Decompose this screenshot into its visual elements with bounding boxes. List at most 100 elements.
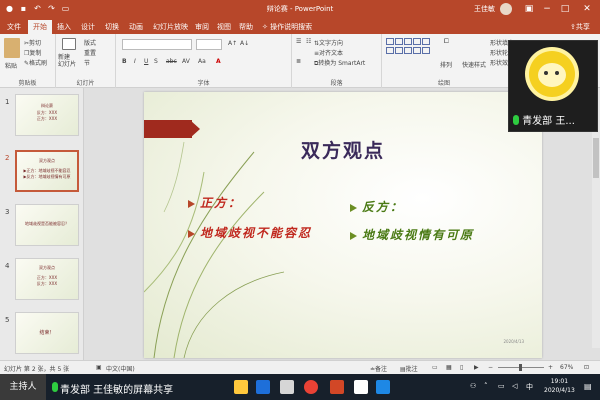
- slide-thumbnail-2[interactable]: 双方观点 ▶正方：地域歧视不能容忍 ▶反方：地域歧视情有可原: [15, 150, 79, 192]
- section-button[interactable]: 节: [84, 58, 90, 67]
- new-slide-icon[interactable]: [62, 38, 76, 50]
- format-painter-button[interactable]: ✎格式刷: [24, 58, 47, 67]
- cut-button[interactable]: ✂剪切: [24, 38, 41, 47]
- bold-button[interactable]: B: [122, 58, 127, 65]
- triangle-shape-icon[interactable]: [422, 38, 430, 45]
- star-shape-icon[interactable]: [395, 47, 403, 54]
- quick-styles-button[interactable]: 快速样式: [462, 60, 486, 69]
- language-status[interactable]: 中文(中国): [106, 364, 135, 373]
- file-explorer-icon[interactable]: [234, 380, 248, 394]
- shapes-gallery[interactable]: [386, 38, 440, 66]
- tab-home[interactable]: 开始: [28, 20, 52, 34]
- slideshow-view-icon[interactable]: ▶: [474, 364, 479, 371]
- smartart-button[interactable]: ⧉转换为 SmartArt: [314, 58, 365, 68]
- tab-transitions[interactable]: 切换: [100, 20, 124, 34]
- network-icon[interactable]: ▭: [498, 382, 505, 390]
- layout-button[interactable]: 版式: [84, 38, 96, 47]
- ime-icon[interactable]: 中: [526, 382, 533, 392]
- notification-icon[interactable]: ▤: [584, 382, 592, 391]
- paste-icon[interactable]: [4, 38, 20, 58]
- pro-argument[interactable]: 地域歧视不能容忍: [200, 224, 312, 241]
- line-shape-icon[interactable]: [395, 38, 403, 45]
- volume-icon[interactable]: ◁: [512, 382, 517, 390]
- rectangle-shape-icon[interactable]: [386, 38, 394, 45]
- text-direction-button[interactable]: ⇅文字方向: [314, 38, 343, 47]
- tab-help[interactable]: 帮助: [234, 20, 258, 34]
- char-spacing-button[interactable]: AV: [182, 58, 190, 65]
- shadow-button[interactable]: S: [154, 58, 158, 65]
- store-icon[interactable]: [280, 380, 294, 394]
- slide-thumbnail-5[interactable]: 结束！: [15, 312, 79, 354]
- zoom-in-button[interactable]: +: [548, 364, 553, 371]
- more-shapes-icon[interactable]: [422, 47, 430, 54]
- maximize-icon[interactable]: □: [556, 2, 574, 16]
- user-name[interactable]: 王佳敏: [474, 4, 495, 14]
- tab-animations[interactable]: 动画: [124, 20, 148, 34]
- arrange-button[interactable]: 排列: [440, 60, 452, 69]
- font-size-select[interactable]: [196, 39, 222, 50]
- paste-label[interactable]: 粘贴: [5, 61, 17, 70]
- spellcheck-icon[interactable]: ▣: [96, 364, 102, 371]
- close-icon[interactable]: ✕: [578, 2, 596, 16]
- underline-button[interactable]: U: [144, 58, 148, 65]
- edge-icon[interactable]: [256, 380, 270, 394]
- con-label[interactable]: 反方：: [362, 198, 404, 215]
- con-argument[interactable]: 地域歧视情有可原: [362, 226, 474, 243]
- align-left-icon[interactable]: ≣: [296, 58, 301, 65]
- font-color-button[interactable]: A: [216, 58, 221, 65]
- strikethrough-button[interactable]: abc: [166, 58, 177, 65]
- rounded-rect-shape-icon[interactable]: [386, 47, 394, 54]
- slide-sorter-icon[interactable]: ▦: [446, 364, 452, 371]
- taskbar-mic-icon[interactable]: [52, 382, 58, 392]
- tab-file[interactable]: 文件: [2, 20, 26, 34]
- comments-button[interactable]: ▤批注: [400, 364, 418, 373]
- copy-button[interactable]: ❐复制: [24, 48, 41, 57]
- zoom-slider-handle[interactable]: [519, 364, 522, 371]
- host-button[interactable]: 主持人: [0, 374, 46, 400]
- slide-thumbnail-3[interactable]: 地域歧视是否能被容忍？: [15, 204, 79, 246]
- reset-button[interactable]: 重置: [84, 48, 96, 57]
- tab-view[interactable]: 视图: [212, 20, 236, 34]
- chrome-icon[interactable]: [304, 380, 318, 394]
- zoom-level[interactable]: 67%: [560, 364, 573, 371]
- brace-shape-icon[interactable]: [413, 47, 421, 54]
- arrange-icon[interactable]: ⧠: [444, 38, 449, 46]
- callout-shape-icon[interactable]: [404, 47, 412, 54]
- tab-review[interactable]: 审阅: [190, 20, 214, 34]
- oval-shape-icon[interactable]: [413, 38, 421, 45]
- tray-chevron-icon[interactable]: ˄: [484, 382, 488, 390]
- meeting-app-icon[interactable]: [376, 380, 390, 394]
- align-text-button[interactable]: ≡对齐文本: [314, 48, 343, 57]
- minimize-icon[interactable]: −: [538, 2, 556, 16]
- share-button[interactable]: ⇪共享: [570, 20, 590, 34]
- avatar[interactable]: [500, 3, 512, 15]
- grow-font-icon[interactable]: A↑: [228, 40, 237, 47]
- slide-thumbnail-4[interactable]: 双方观点 正方：XXX 反方：XXX: [15, 258, 79, 300]
- tab-slideshow[interactable]: 幻灯片放映: [148, 20, 193, 34]
- normal-view-icon[interactable]: ▭: [432, 364, 438, 371]
- bullets-icon[interactable]: ☰: [296, 38, 301, 45]
- slide-title[interactable]: 双方观点: [144, 136, 542, 163]
- pro-label[interactable]: 正方：: [200, 194, 242, 211]
- tell-me-search[interactable]: ✧ 操作说明搜索: [262, 20, 312, 34]
- app-icon[interactable]: [354, 380, 368, 394]
- ribbon-display-icon[interactable]: ▣: [520, 2, 538, 16]
- powerpoint-icon[interactable]: [330, 380, 344, 394]
- zoom-out-button[interactable]: −: [488, 364, 493, 371]
- numbering-icon[interactable]: ☷: [306, 38, 311, 45]
- font-name-select[interactable]: [122, 39, 192, 50]
- user-tray-icon[interactable]: ⚇: [470, 382, 476, 390]
- notes-button[interactable]: ≐备注: [370, 364, 387, 373]
- shrink-font-icon[interactable]: A↓: [240, 40, 249, 47]
- system-clock[interactable]: 19:01 2020/4/13: [544, 377, 575, 395]
- arrow-shape-icon[interactable]: [404, 38, 412, 45]
- new-slide-label[interactable]: 新建 幻灯片: [58, 54, 76, 68]
- slide-thumbnail-1[interactable]: 辩论赛 反方：XXX 正方：XXX: [15, 94, 79, 136]
- tab-insert[interactable]: 插入: [52, 20, 76, 34]
- change-case-button[interactable]: Aa: [198, 58, 206, 65]
- reading-view-icon[interactable]: ▯: [460, 364, 463, 371]
- webcam-overlay[interactable]: 青发部 王...: [508, 40, 598, 132]
- current-slide[interactable]: 双方观点 正方： 地域歧视不能容忍 反方： 地域歧视情有可原 2020/4/13: [144, 92, 542, 358]
- fit-slide-icon[interactable]: ⊡: [584, 364, 589, 371]
- tab-design[interactable]: 设计: [76, 20, 100, 34]
